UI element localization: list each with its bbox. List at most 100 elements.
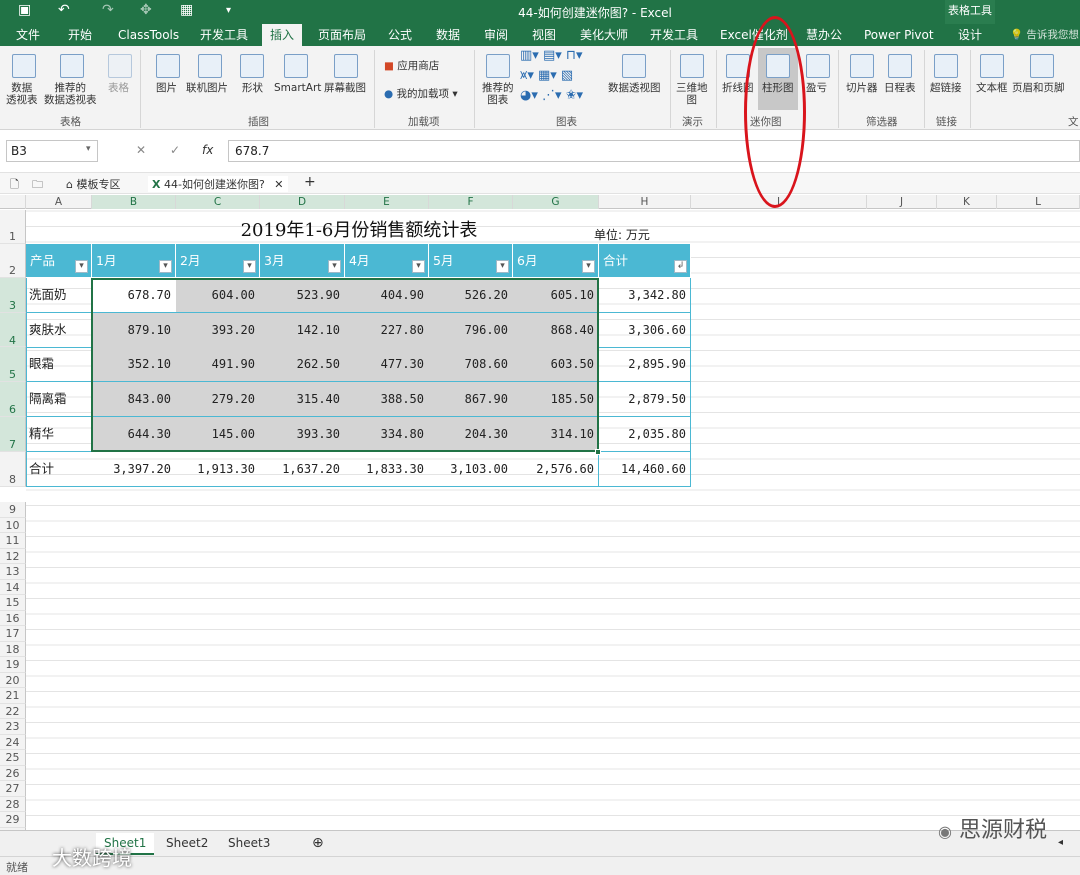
tab-design[interactable]: 设计	[958, 24, 982, 46]
tab-home[interactable]: 开始	[68, 24, 92, 46]
table-cell[interactable]: 227.80	[345, 313, 429, 348]
row-header[interactable]: 1	[0, 210, 26, 244]
active-cell[interactable]: 678.70	[92, 278, 176, 313]
row-header[interactable]: 14	[0, 579, 26, 595]
tab-file[interactable]: 文件	[16, 24, 40, 46]
table-cell[interactable]: 523.90	[260, 278, 345, 313]
table-cell[interactable]: 404.90	[345, 278, 429, 313]
row-header[interactable]: 11	[0, 533, 26, 549]
col-header-l[interactable]: L	[997, 195, 1080, 209]
table-cell[interactable]: 204.30	[429, 417, 513, 452]
header-footer-button[interactable]: 页眉和页脚	[1012, 82, 1065, 94]
tab-developer-2[interactable]: 开发工具	[650, 24, 698, 46]
sheet-tab-2[interactable]: Sheet2	[158, 833, 216, 855]
table-cell[interactable]: 879.10	[92, 313, 176, 348]
table-cell[interactable]: 洗面奶	[26, 278, 92, 313]
table-cell[interactable]: 388.50	[345, 382, 429, 417]
col-header-g[interactable]: G	[513, 195, 599, 209]
table-cell[interactable]: 393.30	[260, 417, 345, 452]
3d-map-button[interactable]: 三维地 图	[676, 82, 708, 106]
col-header-k[interactable]: K	[937, 195, 997, 209]
unit-label[interactable]: 单位: 万元	[594, 226, 650, 243]
tab-huibangong[interactable]: 慧办公	[806, 24, 842, 46]
table-cell[interactable]: 314.10	[513, 417, 599, 452]
table-cell[interactable]: 868.40	[513, 313, 599, 348]
filter-dropdown-icon[interactable]: ▾	[496, 260, 509, 273]
row-header[interactable]: 23	[0, 719, 26, 735]
new-file-icon[interactable]: 🗋	[10, 176, 19, 195]
smartart-button[interactable]: SmartArt	[274, 82, 321, 94]
row-header[interactable]: 26	[0, 765, 26, 781]
table-cell[interactable]: 477.30	[345, 347, 429, 382]
row-header[interactable]: 29	[0, 812, 26, 828]
table-cell[interactable]: 眼霜	[26, 347, 92, 382]
table-cell[interactable]: 2,576.60	[513, 452, 599, 487]
table-header-jun[interactable]: 6月 ▾	[513, 244, 599, 277]
timeline-button[interactable]: 日程表	[884, 82, 916, 94]
col-header-f[interactable]: F	[429, 195, 513, 209]
row-header[interactable]: 15	[0, 595, 26, 611]
row-header[interactable]: 7	[0, 417, 26, 452]
filter-dropdown-icon[interactable]: ▾	[75, 260, 88, 273]
textbox-button[interactable]: 文本框	[976, 82, 1008, 94]
table-cell[interactable]: 3,306.60	[599, 313, 691, 348]
tab-developer[interactable]: 开发工具	[200, 24, 248, 46]
row-header[interactable]: 8	[0, 452, 26, 487]
table-header-jan[interactable]: 1月 ▾	[92, 244, 176, 277]
chart-types-icon-3[interactable]: ◕▾ ⋰▾ ✬▾	[520, 89, 583, 102]
table-cell[interactable]: 爽肤水	[26, 313, 92, 348]
tab-classtools[interactable]: ClassTools	[118, 24, 179, 46]
row-header[interactable]: 24	[0, 734, 26, 750]
tab-view[interactable]: 视图	[532, 24, 556, 46]
col-header-e[interactable]: E	[345, 195, 429, 209]
recommended-pivot-button[interactable]: 推荐的 数据透视表	[44, 82, 97, 106]
table-cell[interactable]: 279.20	[176, 382, 260, 417]
row-header[interactable]: 9	[0, 502, 26, 518]
row-header[interactable]: 12	[0, 548, 26, 564]
row-header[interactable]: 22	[0, 703, 26, 719]
tell-me[interactable]: 💡 告诉我您想	[1010, 24, 1079, 46]
sheet-title[interactable]: 2019年1-6月份销售额统计表	[176, 216, 542, 242]
table-cell[interactable]: 334.80	[345, 417, 429, 452]
doc-tab-current[interactable]: X 44-如何创建迷你图? ✕	[148, 176, 288, 192]
col-header-h[interactable]: H	[599, 195, 691, 209]
name-box-dropdown-icon[interactable]: ▾	[86, 144, 91, 154]
table-header-may[interactable]: 5月 ▾	[429, 244, 513, 277]
slicer-button[interactable]: 切片器	[846, 82, 878, 94]
table-cell[interactable]: 3,342.80	[599, 278, 691, 313]
table-cell[interactable]: 867.90	[429, 382, 513, 417]
add-sheet-icon[interactable]: ⊕	[304, 833, 332, 855]
table-cell[interactable]: 1,913.30	[176, 452, 260, 487]
online-picture-button[interactable]: 联机图片	[186, 82, 228, 94]
sheet-tab-3[interactable]: Sheet3	[220, 833, 278, 855]
table-cell[interactable]: 3,397.20	[92, 452, 176, 487]
insert-function-icon[interactable]: fx	[202, 143, 213, 157]
hyperlink-button[interactable]: 超链接	[930, 82, 962, 94]
table-cell[interactable]: 精华	[26, 417, 92, 452]
table-cell[interactable]: 796.00	[429, 313, 513, 348]
tab-power-pivot[interactable]: Power Pivot	[864, 24, 934, 46]
table-header-apr[interactable]: 4月 ▾	[345, 244, 429, 277]
table-button[interactable]: 表格	[108, 82, 129, 94]
table-cell[interactable]: 145.00	[176, 417, 260, 452]
app-store-button[interactable]: ■ 应用商店	[384, 60, 439, 72]
row-header[interactable]: 28	[0, 796, 26, 812]
my-addins-button[interactable]: ● 我的加载项 ▾	[384, 88, 458, 100]
fill-handle[interactable]	[595, 449, 601, 455]
row-header[interactable]: 17	[0, 626, 26, 642]
table-cell[interactable]: 526.20	[429, 278, 513, 313]
table-cell[interactable]: 合计	[26, 452, 92, 487]
table-cell[interactable]: 644.30	[92, 417, 176, 452]
table-cell[interactable]: 352.10	[92, 347, 176, 382]
row-header[interactable]: 4	[0, 313, 26, 347]
filter-dropdown-icon[interactable]: ↲	[674, 260, 687, 273]
filter-dropdown-icon[interactable]: ▾	[412, 260, 425, 273]
formula-input[interactable]: 678.7	[228, 140, 1080, 162]
row-header[interactable]: 13	[0, 564, 26, 580]
row-header[interactable]: 21	[0, 688, 26, 704]
table-cell[interactable]: 1,637.20	[260, 452, 345, 487]
open-folder-icon[interactable]: 🗀	[32, 176, 43, 195]
col-header-d[interactable]: D	[260, 195, 345, 209]
col-header-a[interactable]: A	[26, 195, 92, 209]
table-header-product[interactable]: 产品 ▾	[26, 244, 92, 277]
